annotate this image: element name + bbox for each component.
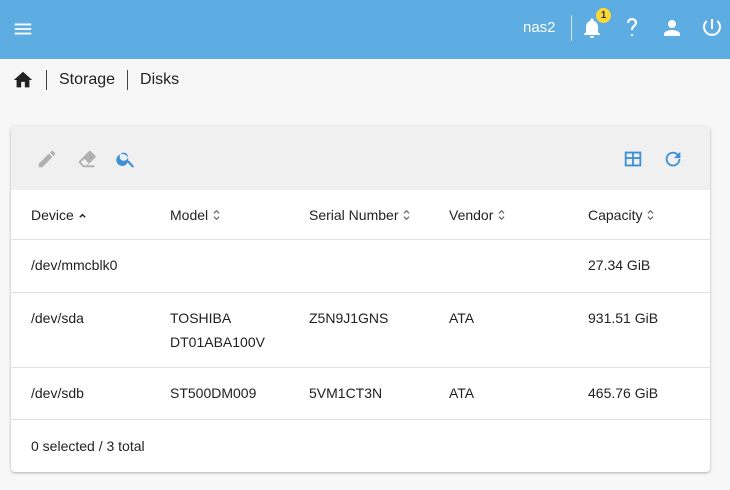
cell-vendor: ATA: [449, 310, 475, 326]
cell-model: ST500DM009: [170, 385, 257, 401]
sort-unsorted-icon: [213, 209, 220, 221]
top-bar: nas2 1: [0, 0, 730, 59]
breadcrumb-divider: [127, 70, 129, 90]
header-divider: [571, 15, 572, 41]
cell-model: TOSHIBA DT01ABA100V: [170, 306, 265, 354]
pencil-icon[interactable]: [36, 148, 58, 170]
cell-device: /dev/sda: [31, 310, 84, 326]
column-header-device[interactable]: Device: [31, 207, 87, 223]
hostname: nas2: [523, 19, 556, 36]
power-icon[interactable]: [700, 16, 724, 40]
sort-unsorted-icon: [647, 209, 654, 221]
sort-ascending-icon: [79, 213, 86, 218]
cell-serial: 5VM1CT3N: [309, 385, 383, 401]
table-columns-icon[interactable]: [622, 148, 644, 170]
sort-unsorted-icon: [403, 209, 410, 221]
cell-model-line: DT01ABA100V: [170, 334, 265, 350]
column-label: Serial Number: [309, 207, 399, 223]
notification-badge: 1: [596, 8, 611, 23]
column-header-capacity[interactable]: Capacity: [588, 207, 655, 223]
sort-unsorted-icon: [498, 209, 505, 221]
table-row[interactable]: /dev/sda TOSHIBA DT01ABA100V Z5N9J1GNS A…: [11, 293, 710, 368]
menu-icon[interactable]: [12, 18, 34, 40]
column-label: Capacity: [588, 207, 643, 223]
column-header-vendor[interactable]: Vendor: [449, 207, 506, 223]
refresh-icon[interactable]: [662, 148, 684, 170]
column-header-serial-number[interactable]: Serial Number: [309, 207, 411, 223]
search-icon[interactable]: [115, 148, 137, 170]
breadcrumb-storage[interactable]: Storage: [59, 71, 115, 89]
table-row[interactable]: /dev/sdb ST500DM009 5VM1CT3N ATA 465.76 …: [11, 368, 710, 420]
eraser-icon[interactable]: [76, 148, 98, 170]
user-icon[interactable]: [660, 16, 684, 40]
breadcrumb-disks: Disks: [140, 71, 180, 88]
home-icon[interactable]: [12, 69, 34, 91]
toolbar: [11, 126, 710, 190]
cell-device: /dev/mmcblk0: [31, 257, 118, 273]
table-row[interactable]: /dev/mmcblk0 27.34 GiB: [11, 240, 710, 293]
cell-vendor: ATA: [449, 385, 475, 401]
cell-serial: Z5N9J1GNS: [309, 310, 389, 326]
disks-card: Device Model Serial Number Vendor Capaci…: [11, 126, 710, 472]
cell-device: /dev/sdb: [31, 385, 84, 401]
help-icon[interactable]: [620, 16, 644, 40]
column-label: Model: [170, 207, 209, 223]
column-header-model[interactable]: Model: [170, 207, 221, 223]
cell-capacity: 931.51 GiB: [588, 310, 659, 326]
breadcrumb: Storage Disks: [12, 66, 191, 94]
table-footer-status: 0 selected / 3 total: [31, 438, 145, 454]
cell-capacity: 465.76 GiB: [588, 385, 659, 401]
column-label: Vendor: [449, 207, 494, 223]
column-label: Device: [31, 207, 74, 223]
table-header: Device Model Serial Number Vendor Capaci…: [11, 190, 710, 240]
cell-capacity: 27.34 GiB: [588, 257, 651, 273]
breadcrumb-divider: [46, 70, 47, 90]
cell-model-line: TOSHIBA: [170, 310, 232, 326]
